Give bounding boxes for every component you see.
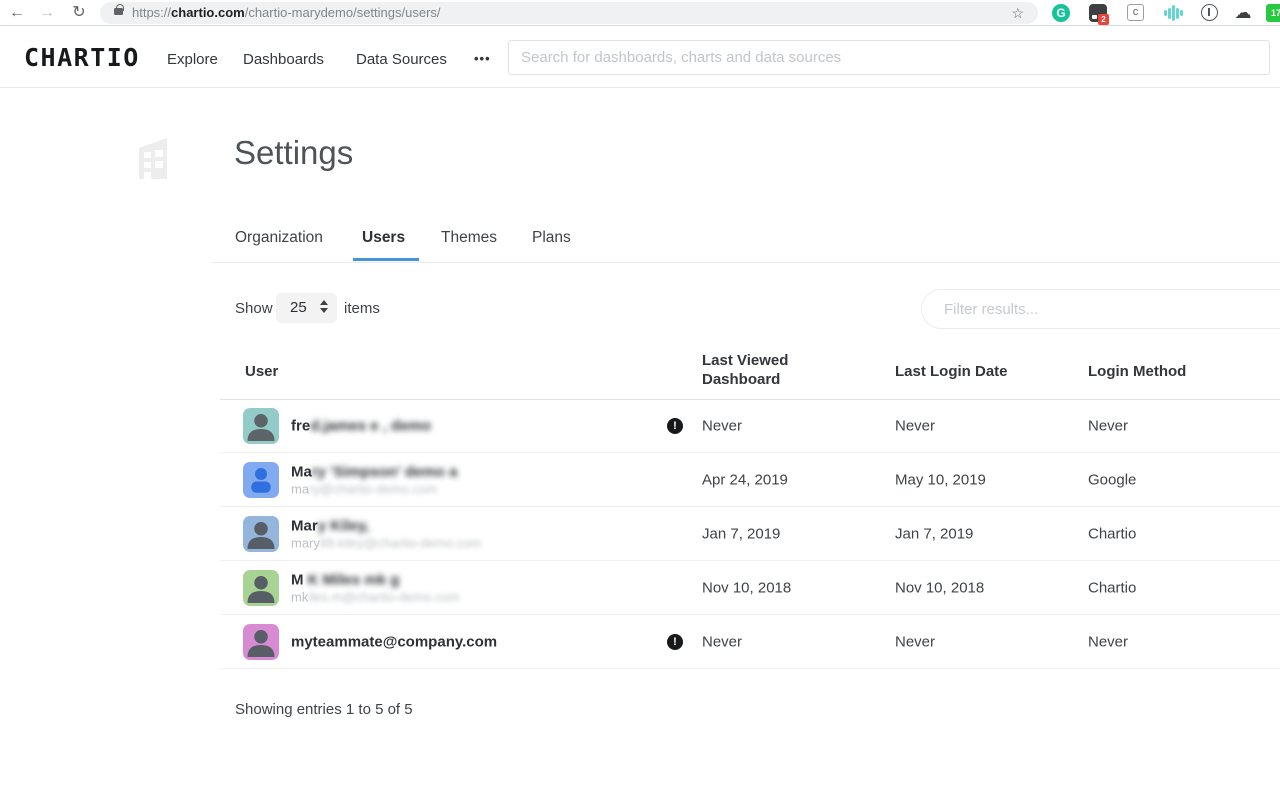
table-row[interactable]: Mary Kiley, mary88.kiley@chartio-demo.co… [220,507,1280,561]
user-email: mary [291,535,320,550]
browser-chrome: ← → ↻ https://chartio.com/chartio-maryde… [0,0,1280,26]
user-name: Mar [291,517,318,534]
user-name-block: myteammate@company.com [291,633,497,650]
user-email-redacted: ry@chartio-demo.com [309,481,437,496]
password-manager-extension-icon[interactable] [1201,4,1218,21]
lock-icon [114,8,123,15]
url-domain: chartio.com [171,5,245,20]
tabs-divider [210,262,1280,263]
user-name-redacted: d.james e , demo [310,417,431,434]
tab-themes[interactable]: Themes [441,229,497,247]
warning-icon[interactable]: ! [667,418,683,434]
extension-icon-with-badge[interactable]: 2 [1089,4,1107,22]
last-viewed-cell: Jan 7, 2019 [702,525,780,542]
user-avatar [243,462,279,498]
tab-plans[interactable]: Plans [532,229,571,247]
chartio-logo[interactable]: CHARTIO [24,43,140,72]
user-name: M [291,571,308,588]
user-email-redacted: 88.kiley@chartio-demo.com [320,535,481,550]
page-title: Settings [234,134,353,172]
user-name: Ma [291,463,312,480]
last-login-cell: May 10, 2019 [895,471,986,488]
column-header-last-viewed-dashboard: Last Viewed Dashboard [702,351,802,389]
login-method-cell: Chartio [1088,579,1136,596]
nav-data-sources[interactable]: Data Sources [356,51,447,68]
forward-icon[interactable]: → [36,1,58,25]
user-name-block: fred.james e , demo [291,417,431,434]
last-viewed-cell: Apr 24, 2019 [702,471,788,488]
organization-building-icon [126,131,174,181]
last-viewed-cell: Never [702,417,742,434]
active-tab-indicator [353,258,419,261]
page-size-select[interactable]: 25 [276,293,337,323]
user-avatar [243,570,279,606]
filter-results-input[interactable] [921,289,1280,329]
entries-summary: Showing entries 1 to 5 of 5 [235,701,413,718]
login-method-cell: Google [1088,471,1136,488]
last-login-cell: Never [895,633,935,650]
user-email: mk [291,589,308,604]
more-menu-icon[interactable]: ••• [474,51,491,66]
nav-explore[interactable]: Explore [167,51,218,68]
user-name-block: Mary Kiley, mary88.kiley@chartio-demo.co… [291,517,481,550]
nav-dashboards[interactable]: Dashboards [243,51,324,68]
tab-users[interactable]: Users [362,229,405,247]
user-avatar [243,624,279,660]
login-method-cell: Never [1088,633,1128,650]
items-label: items [344,300,380,317]
page-size-value: 25 [290,299,307,316]
column-header-user: User [245,362,278,381]
user-name-block: Mary 'Simpson' demo a mary@chartio-demo.… [291,463,457,496]
reload-icon[interactable]: ↻ [68,1,90,25]
user-email: ma [291,481,309,496]
user-email-redacted: iles.m@chartio-demo.com [308,589,459,604]
user-avatar [243,516,279,552]
user-name-redacted: ry 'Simpson' demo a [312,463,458,480]
login-method-cell: Chartio [1088,525,1136,542]
cloud-extension-icon[interactable]: ☁ [1233,4,1253,22]
last-login-cell: Never [895,417,935,434]
table-row[interactable]: Mary 'Simpson' demo a mary@chartio-demo.… [220,453,1280,507]
address-bar[interactable]: https://chartio.com/chartio-marydemo/set… [100,2,1038,24]
user-name-redacted: K Miles mk g [308,571,400,588]
last-viewed-cell: Nov 10, 2018 [702,579,791,596]
bookmark-star-icon[interactable]: ☆ [1011,2,1024,24]
audio-wave-extension-icon[interactable] [1160,4,1186,22]
user-name-redacted: y Kiley, [318,517,369,534]
back-icon[interactable]: ← [6,1,28,25]
login-method-cell: Never [1088,417,1128,434]
notification-badge: 2 [1098,14,1109,25]
grammarly-extension-icon[interactable]: G [1052,4,1070,22]
last-login-cell: Nov 10, 2018 [895,579,984,596]
clipper-extension-icon[interactable]: c [1127,4,1144,21]
application-window: ← → ↻ https://chartio.com/chartio-maryde… [0,0,1280,800]
url-scheme: https:// [132,5,171,20]
table-row[interactable]: fred.james e , demo ! Never Never Never [220,399,1280,453]
user-avatar [243,408,279,444]
url-path: /chartio-marydemo/settings/users/ [245,5,441,20]
column-header-last-login-date: Last Login Date [895,362,1008,381]
last-viewed-cell: Never [702,633,742,650]
app-header: CHARTIO Explore Dashboards Data Sources … [0,27,1280,88]
table-row[interactable]: M K Miles mk g mkiles.m@chartio-demo.com… [220,561,1280,615]
warning-icon[interactable]: ! [667,634,683,650]
show-label: Show [235,300,273,317]
global-search-input[interactable] [508,40,1270,75]
user-name-block: M K Miles mk g mkiles.m@chartio-demo.com [291,571,460,604]
counter-extension-icon[interactable]: 17 [1266,4,1280,22]
table-row[interactable]: myteammate@company.com ! Never Never Nev… [220,615,1280,669]
stepper-arrows-icon [320,300,328,313]
tab-organization[interactable]: Organization [235,229,323,247]
user-name: fre [291,417,310,434]
user-name: myteammate@company.com [291,633,497,650]
column-header-login-method: Login Method [1088,362,1186,381]
last-login-cell: Jan 7, 2019 [895,525,973,542]
url-text[interactable]: https://chartio.com/chartio-marydemo/set… [132,2,441,24]
